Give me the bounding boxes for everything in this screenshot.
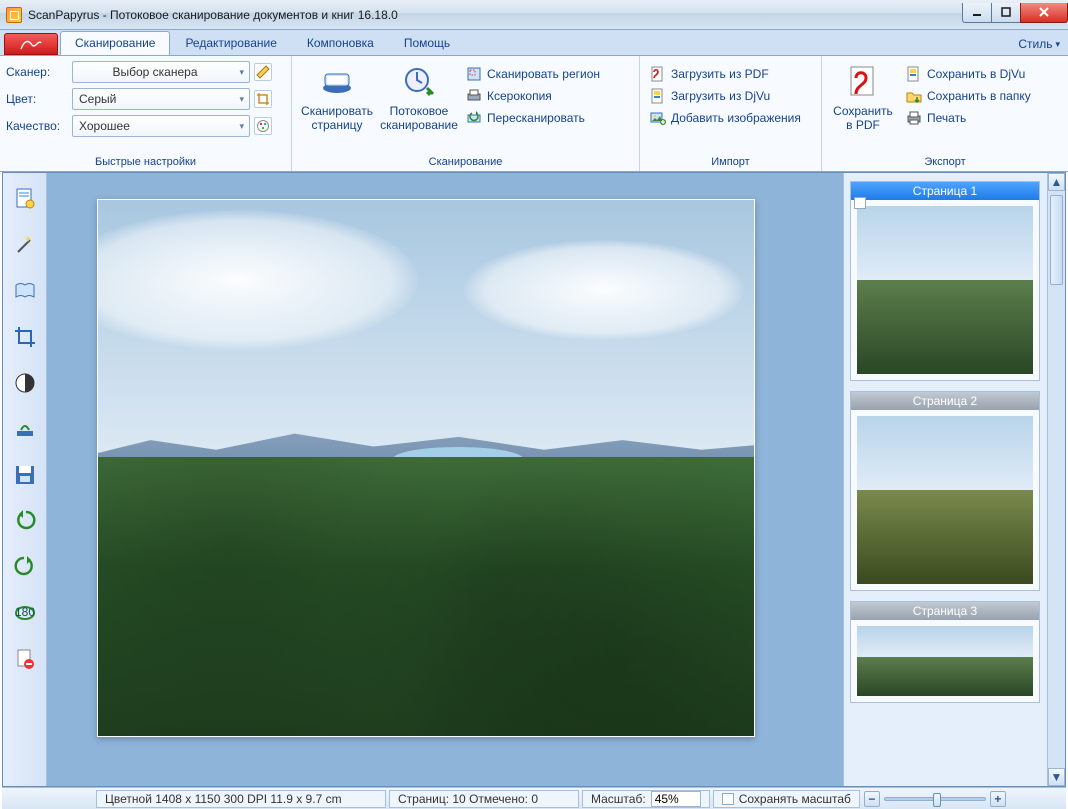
scan-page-button[interactable]: Сканировать страницу [298, 60, 376, 137]
scanner-label: Сканер: [6, 65, 68, 79]
save-pdf-button[interactable]: Сохранить в PDF [828, 60, 898, 137]
print-button[interactable]: Печать [902, 108, 1035, 128]
load-pdf-button[interactable]: Загрузить из PDF [646, 64, 805, 84]
scroll-up-icon[interactable]: ▲ [1048, 173, 1065, 191]
load-djvu-label: Загрузить из DjVu [671, 89, 770, 103]
color-label: Цвет: [6, 92, 68, 106]
tool-brightness-contrast[interactable] [11, 369, 39, 397]
quality-select[interactable]: Хорошее [72, 115, 250, 137]
scanner-value: Выбор сканера [112, 65, 197, 79]
load-djvu-button[interactable]: Загрузить из DjVu [646, 86, 805, 106]
scan-region-label: Сканировать регион [487, 67, 600, 81]
ruler-icon[interactable] [254, 63, 272, 81]
print-label: Печать [927, 111, 966, 125]
tool-rotate-right[interactable] [11, 553, 39, 581]
page-preview [97, 199, 755, 737]
svg-text:180: 180 [14, 605, 34, 619]
status-image-info: Цветной 1408 x 1150 300 DPI 11.9 x 9.7 c… [96, 790, 386, 808]
scroll-handle[interactable] [1050, 195, 1063, 285]
scan-region-button[interactable]: Сканировать регион [462, 64, 604, 84]
save-folder-button[interactable]: Сохранить в папку [902, 86, 1035, 106]
save-djvu-label: Сохранить в DjVu [927, 67, 1025, 81]
zoom-out-button[interactable]: − [864, 791, 880, 807]
save-djvu-button[interactable]: Сохранить в DjVu [902, 64, 1035, 84]
tool-save[interactable] [11, 461, 39, 489]
color-value: Серый [79, 92, 116, 106]
keep-zoom-toggle[interactable]: Сохранять масштаб [713, 790, 860, 808]
group-quick-settings: Быстрые настройки [0, 153, 291, 171]
window-title: ScanPapyrus - Потоковое сканирование док… [28, 8, 398, 22]
scroll-down-icon[interactable]: ▼ [1048, 768, 1065, 786]
quality-value: Хорошее [79, 119, 130, 133]
thumbnail-page-2[interactable]: Страница 2 [850, 391, 1040, 591]
xerox-label: Ксерокопия [487, 89, 552, 103]
stream-scan-button[interactable]: Потоковое сканирование [380, 60, 458, 137]
thumbnail-label: Страница 2 [851, 392, 1039, 410]
tool-delete-page[interactable] [11, 645, 39, 673]
tool-book-icon[interactable] [11, 277, 39, 305]
canvas[interactable] [47, 173, 843, 786]
thumbnails-scrollbar[interactable]: ▲ ▼ [1047, 173, 1065, 786]
thumbnail-checkbox[interactable] [854, 197, 866, 209]
tool-deskew[interactable] [11, 415, 39, 443]
zoom-slider[interactable] [884, 797, 986, 801]
xerox-button[interactable]: Ксерокопия [462, 86, 604, 106]
tool-rotate-180[interactable]: 180 [11, 599, 39, 627]
tool-magic-wand[interactable] [11, 231, 39, 259]
crop-icon[interactable] [254, 90, 272, 108]
app-icon [6, 7, 22, 23]
add-images-label: Добавить изображения [671, 111, 801, 125]
tool-page-properties[interactable] [11, 185, 39, 213]
thumbnail-label: Страница 3 [851, 602, 1039, 620]
scan-page-label: Сканировать страницу [300, 104, 374, 133]
save-pdf-label: Сохранить в PDF [830, 104, 896, 133]
quality-label: Качество: [6, 119, 68, 133]
load-pdf-label: Загрузить из PDF [671, 67, 769, 81]
thumbnail-label: Страница 1 [851, 182, 1039, 200]
zoom-input[interactable] [651, 791, 701, 807]
tab-scan[interactable]: Сканирование [60, 31, 170, 55]
style-menu[interactable]: Стиль [1010, 33, 1068, 55]
tool-rotate-left[interactable] [11, 507, 39, 535]
tab-help[interactable]: Помощь [389, 31, 465, 55]
rescan-label: Пересканировать [487, 111, 585, 125]
group-import: Импорт [640, 153, 821, 171]
thumbnail-page-1[interactable]: Страница 1 [850, 181, 1040, 381]
color-select[interactable]: Серый [72, 88, 250, 110]
status-zoom: Масштаб: [582, 790, 710, 808]
maximize-button[interactable] [991, 3, 1021, 23]
tab-edit[interactable]: Редактирование [170, 31, 291, 55]
quick-access-button[interactable] [4, 33, 58, 55]
tool-crop[interactable] [11, 323, 39, 351]
zoom-in-button[interactable]: + [990, 791, 1006, 807]
minimize-button[interactable] [962, 3, 992, 23]
close-button[interactable] [1020, 3, 1068, 23]
stream-scan-label: Потоковое сканирование [380, 104, 458, 133]
keep-zoom-label: Сохранять масштаб [739, 792, 851, 806]
group-scan: Сканирование [292, 153, 639, 171]
tab-layout[interactable]: Компоновка [292, 31, 389, 55]
save-folder-label: Сохранить в папку [927, 89, 1031, 103]
add-images-button[interactable]: Добавить изображения [646, 108, 805, 128]
rescan-button[interactable]: Пересканировать [462, 108, 604, 128]
status-pages: Страниц: 10 Отмечено: 0 [389, 790, 579, 808]
palette-icon[interactable] [254, 117, 272, 135]
group-export: Экспорт [822, 153, 1068, 171]
keep-zoom-checkbox[interactable] [722, 793, 734, 805]
scanner-select[interactable]: Выбор сканера [72, 61, 250, 83]
zoom-label: Масштаб: [591, 792, 646, 806]
thumbnail-page-3[interactable]: Страница 3 [850, 601, 1040, 703]
